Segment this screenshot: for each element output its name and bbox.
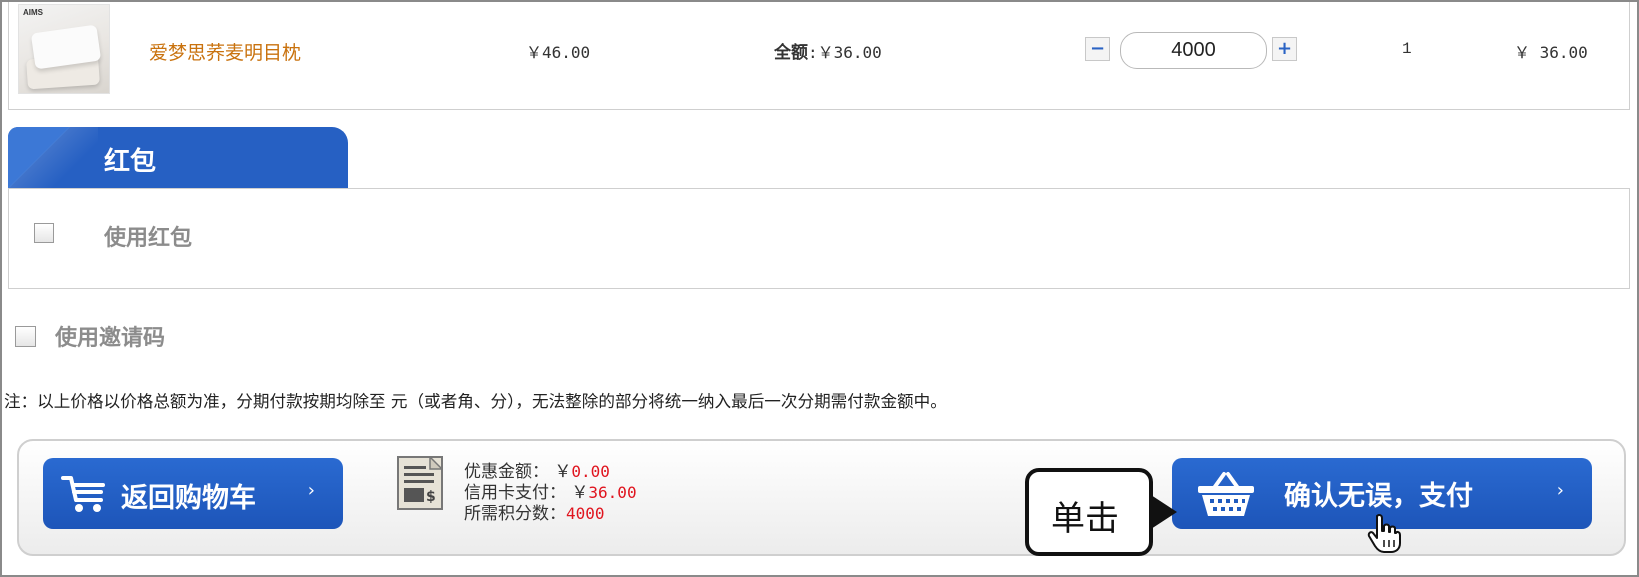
quantity-decrease-button[interactable]: − <box>1085 37 1110 61</box>
product-points: 1 <box>1402 40 1412 58</box>
chevron-right-icon: › <box>1556 480 1564 501</box>
product-thumbnail[interactable]: AIMS <box>18 4 110 94</box>
receipt-icon: $ <box>397 456 443 510</box>
hongbao-section: 使用红包 <box>8 188 1630 289</box>
product-total-label: 全额 <box>774 43 808 63</box>
price-note: 注：以上价格以价格总额为准，分期付款按期均除至 元（或者角、分），无法整除的部分… <box>4 392 947 411</box>
back-to-cart-label: 返回购物车 <box>121 483 256 514</box>
use-invite-code-checkbox[interactable] <box>15 326 36 347</box>
cart-icon <box>61 476 105 512</box>
back-to-cart-button[interactable]: 返回购物车 › <box>43 458 343 529</box>
product-total-value: :￥36.00 <box>808 43 882 62</box>
chevron-right-icon: › <box>307 480 315 501</box>
click-callout: 单击 <box>1025 468 1153 556</box>
confirm-pay-label: 确认无误，支付 <box>1284 481 1473 512</box>
required-points-label: 所需积分数： <box>464 504 566 524</box>
hongbao-tab-title: 红包 <box>104 147 157 177</box>
quantity-input[interactable] <box>1120 32 1267 69</box>
use-invite-code-label[interactable]: 使用邀请码 <box>55 320 165 352</box>
tab-decoration <box>8 127 98 189</box>
hand-pointer-icon <box>1367 514 1401 553</box>
cart-product-row: AIMS 爱梦思荞麦明目枕 ￥46.00 全额:￥36.00 − + 1 ￥ 3… <box>8 2 1630 110</box>
required-points-value: 4000 <box>566 504 605 523</box>
checkout-page: AIMS 爱梦思荞麦明目枕 ￥46.00 全额:￥36.00 − + 1 ￥ 3… <box>0 0 1639 577</box>
callout-pointer-arrow <box>1151 495 1177 529</box>
hongbao-section-tab: 红包 <box>8 127 348 189</box>
product-unit-price: ￥46.00 <box>526 43 591 62</box>
required-points-line: 所需积分数：4000 <box>464 499 605 524</box>
use-hongbao-label[interactable]: 使用红包 <box>104 220 192 252</box>
product-subtotal: ￥ 36.00 <box>1514 43 1588 62</box>
click-callout-text: 单击 <box>1051 499 1119 539</box>
use-hongbao-checkbox[interactable] <box>34 223 54 243</box>
product-thumb-brand: AIMS <box>23 8 43 17</box>
product-name-link[interactable]: 爱梦思荞麦明目枕 <box>149 38 301 65</box>
product-total: 全额:￥36.00 <box>774 38 882 63</box>
quantity-increase-button[interactable]: + <box>1272 37 1297 61</box>
basket-icon <box>1198 472 1254 516</box>
svg-text:$: $ <box>426 489 436 505</box>
